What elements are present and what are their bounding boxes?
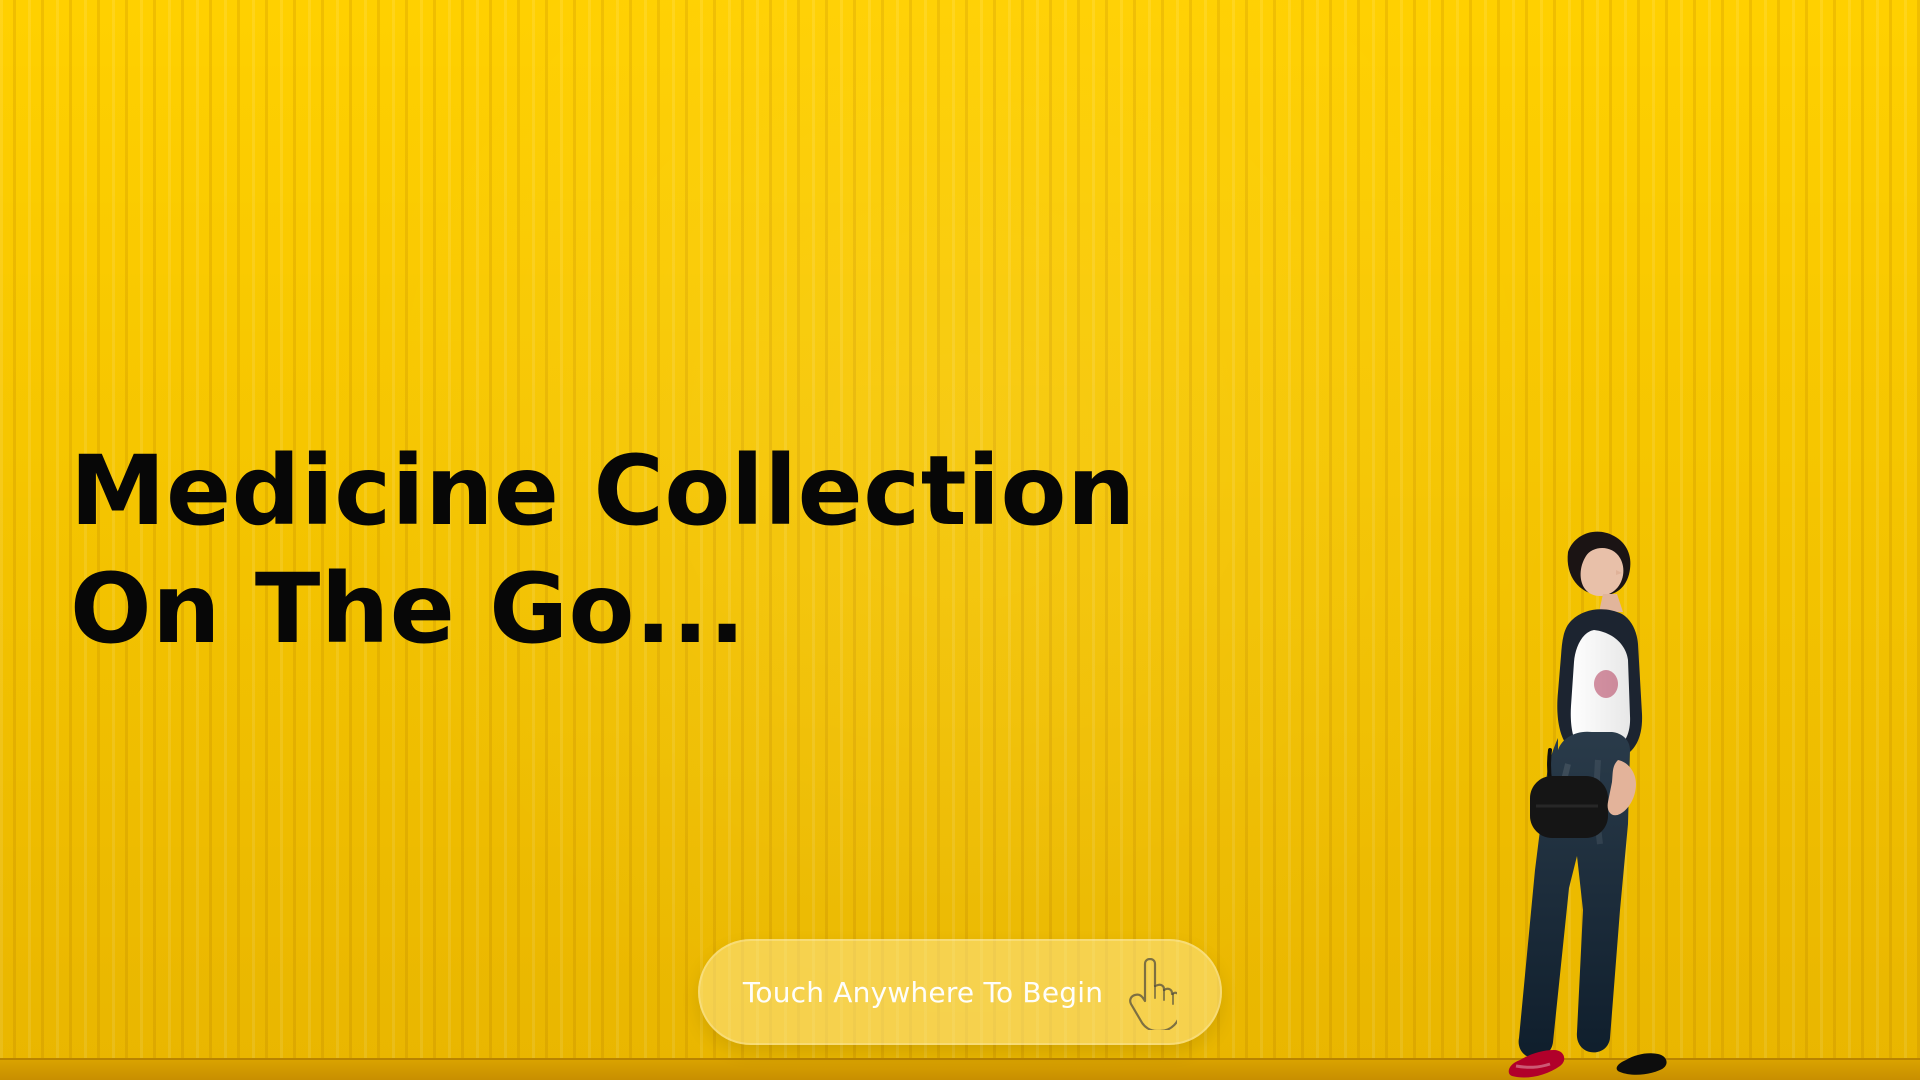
ground-strip: [0, 1058, 1920, 1080]
touch-to-begin-button[interactable]: Touch Anywhere To Begin: [698, 939, 1222, 1045]
headline-line-1: Medicine Collection: [70, 435, 1136, 547]
touch-to-begin-screen[interactable]: Medicine Collection On The Go... Touch A…: [0, 0, 1920, 1080]
headline: Medicine Collection On The Go...: [70, 432, 1170, 668]
begin-label: Touch Anywhere To Begin: [742, 975, 1104, 1009]
headline-line-2: On The Go...: [70, 553, 746, 665]
hand-pointer-icon: [1125, 958, 1178, 1030]
